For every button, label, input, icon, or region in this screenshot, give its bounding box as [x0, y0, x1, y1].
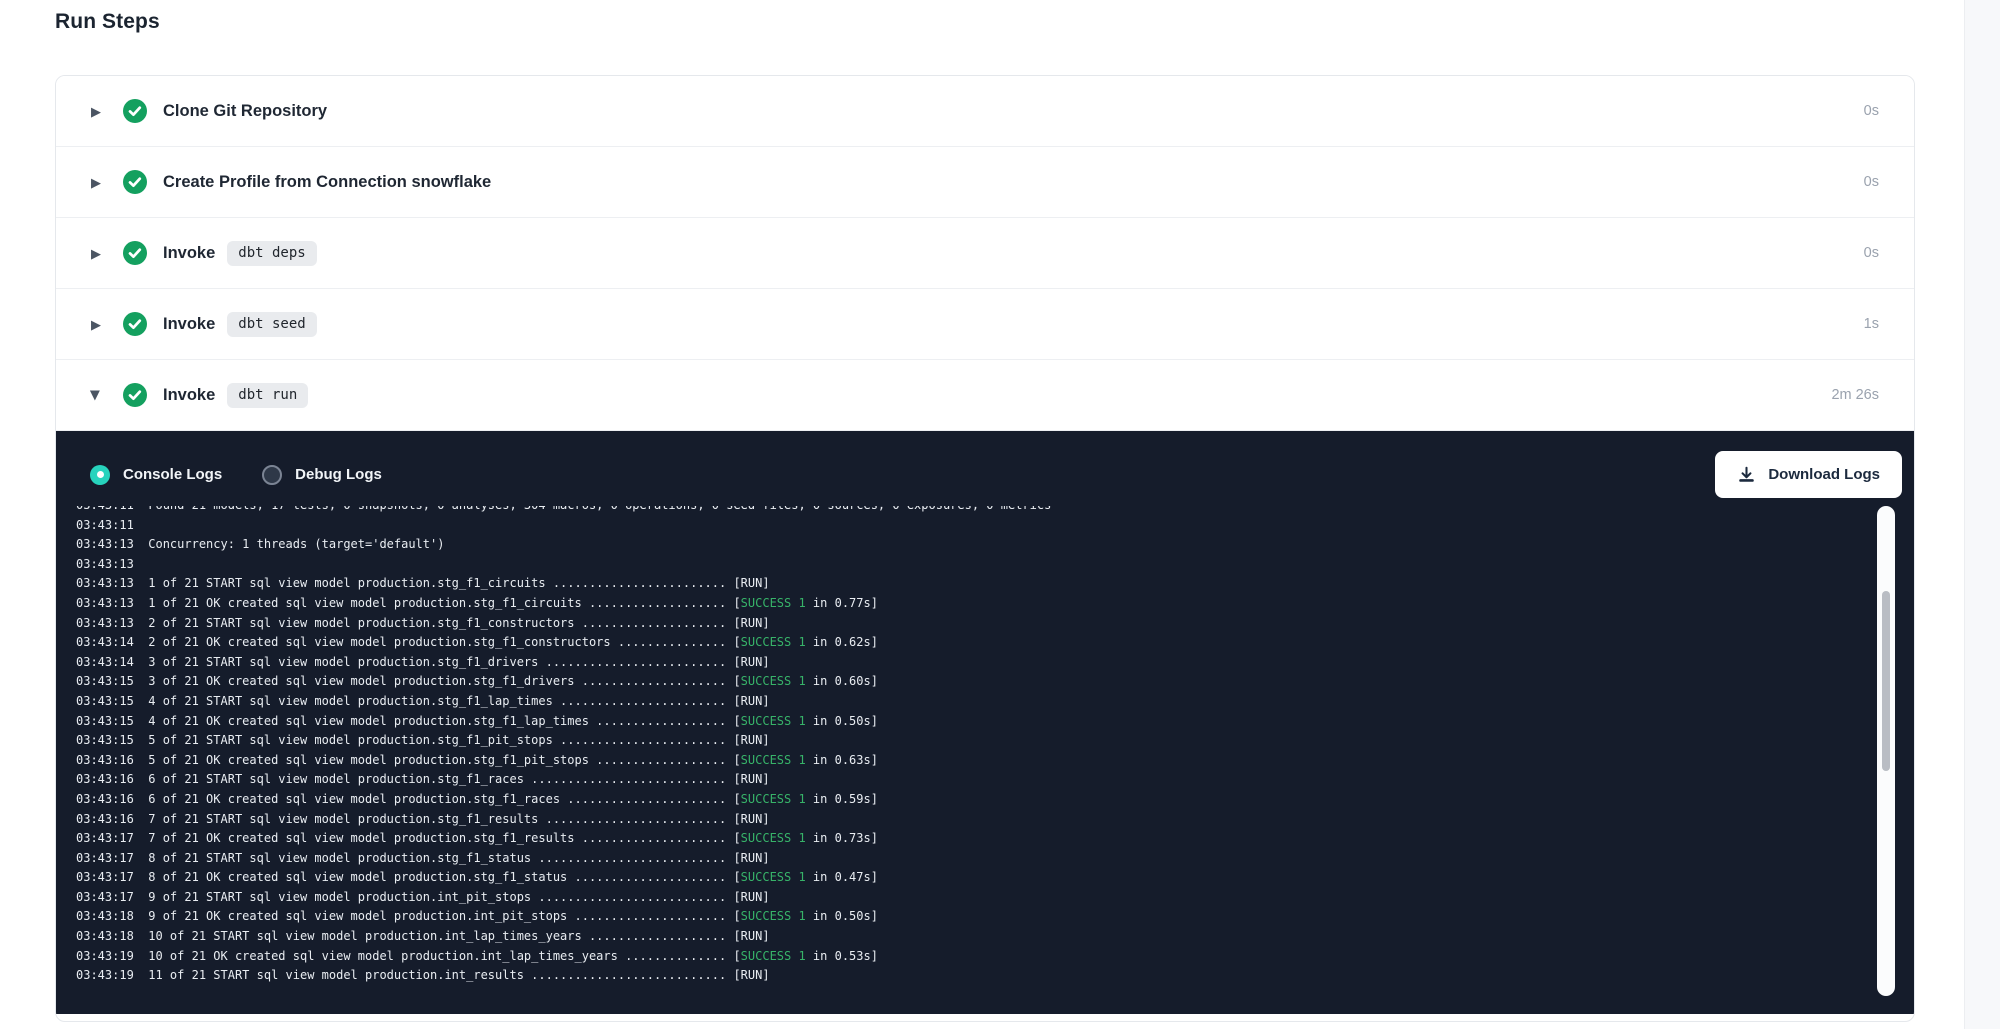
log-line: 03:43:13 1 of 21 START sql view model pr…: [76, 574, 1866, 594]
debug-logs-label: Debug Logs: [295, 466, 382, 483]
step-label: Create Profile from Connection snowflake: [163, 173, 491, 192]
download-icon: [1737, 465, 1756, 484]
log-line: 03:43:14 2 of 21 OK created sql view mod…: [76, 633, 1866, 653]
console-log-output: 03:43:11 Found 21 models, 17 tests, 0 sn…: [76, 506, 1866, 996]
log-line: 03:43:15 3 of 21 OK created sql view mod…: [76, 672, 1866, 692]
log-line: 03:43:15 4 of 21 OK created sql view mod…: [76, 712, 1866, 732]
log-line: 03:43:14 3 of 21 START sql view model pr…: [76, 653, 1866, 673]
run-step-row[interactable]: ▶ Clone Git Repository 0s: [56, 76, 1914, 147]
log-line: 03:43:13 1 of 21 OK created sql view mod…: [76, 594, 1866, 614]
log-line: 03:43:16 7 of 21 START sql view model pr…: [76, 810, 1866, 830]
success-check-icon: [122, 98, 148, 124]
run-step-row[interactable]: ▶ Invoke dbt seed 1s: [56, 289, 1914, 360]
log-line: 03:43:11 Found 21 models, 17 tests, 0 sn…: [76, 506, 1866, 516]
log-line: 03:43:18 9 of 21 OK created sql view mod…: [76, 907, 1866, 927]
chevron-down-icon[interactable]: ▶: [90, 387, 103, 403]
run-steps-card: ▶ Clone Git Repository 0s ▶ Create Profile f…: [55, 75, 1915, 1022]
run-step-row[interactable]: ▶ Invoke dbt run 2m 26s: [56, 360, 1914, 431]
log-line: 03:43:13 2 of 21 START sql view model pr…: [76, 614, 1866, 634]
success-check-icon: [122, 311, 148, 337]
step-command-badge: dbt run: [227, 383, 308, 408]
log-scrollbar-track[interactable]: [1877, 506, 1895, 996]
log-scrollbar-thumb[interactable]: [1882, 591, 1890, 771]
log-line: 03:43:17 8 of 21 START sql view model pr…: [76, 849, 1866, 869]
radio-selected-icon[interactable]: [90, 465, 110, 485]
log-line: 03:43:16 5 of 21 OK created sql view mod…: [76, 751, 1866, 771]
success-check-icon: [122, 240, 148, 266]
log-line: 03:43:16 6 of 21 START sql view model pr…: [76, 770, 1866, 790]
download-logs-label: Download Logs: [1768, 466, 1880, 483]
log-line: 03:43:13 Concurrency: 1 threads (target=…: [76, 535, 1866, 555]
step-label: Invoke: [163, 386, 215, 405]
log-line: 03:43:18 10 of 21 START sql view model p…: [76, 927, 1866, 947]
log-line: 03:43:19 10 of 21 OK created sql view mo…: [76, 947, 1866, 967]
success-check-icon: [122, 169, 148, 195]
step-duration: 0s: [1864, 245, 1879, 261]
console-panel: Console Logs Debug Logs Download Logs 03…: [56, 431, 1914, 1014]
log-line: 03:43:15 5 of 21 START sql view model pr…: [76, 731, 1866, 751]
step-command-badge: dbt deps: [227, 241, 316, 266]
console-logs-label: Console Logs: [123, 466, 222, 483]
chevron-right-icon[interactable]: ▶: [88, 247, 104, 260]
step-label: Clone Git Repository: [163, 102, 327, 121]
download-logs-button[interactable]: Download Logs: [1715, 451, 1902, 498]
step-duration: 0s: [1864, 174, 1879, 190]
console-header: Console Logs Debug Logs Download Logs: [56, 431, 1914, 498]
chevron-right-icon[interactable]: ▶: [88, 176, 104, 189]
console-logs-radio[interactable]: Console Logs: [90, 465, 222, 485]
success-check-icon: [122, 382, 148, 408]
debug-logs-radio[interactable]: Debug Logs: [262, 465, 382, 485]
log-line: 03:43:17 8 of 21 OK created sql view mod…: [76, 868, 1866, 888]
log-line: 03:43:11: [76, 516, 1866, 536]
step-duration: 2m 26s: [1831, 387, 1879, 403]
log-line: 03:43:15 4 of 21 START sql view model pr…: [76, 692, 1866, 712]
log-line: 03:43:19 11 of 21 START sql view model p…: [76, 966, 1866, 986]
log-line: 03:43:17 7 of 21 OK created sql view mod…: [76, 829, 1866, 849]
run-steps-list: ▶ Clone Git Repository 0s ▶ Create Profile f…: [56, 76, 1914, 431]
log-line: 03:43:13: [76, 555, 1866, 575]
run-step-row[interactable]: ▶ Create Profile from Connection snowflak…: [56, 147, 1914, 218]
chevron-right-icon[interactable]: ▶: [88, 105, 104, 118]
step-duration: 0s: [1864, 103, 1879, 119]
run-step-row[interactable]: ▶ Invoke dbt deps 0s: [56, 218, 1914, 289]
step-duration: 1s: [1864, 316, 1879, 332]
page-title: Run Steps: [55, 10, 160, 34]
log-line: 03:43:17 9 of 21 START sql view model pr…: [76, 888, 1866, 908]
log-line: 03:43:16 6 of 21 OK created sql view mod…: [76, 790, 1866, 810]
chevron-right-icon[interactable]: ▶: [88, 318, 104, 331]
step-label: Invoke: [163, 315, 215, 334]
step-command-badge: dbt seed: [227, 312, 316, 337]
page-right-gutter: [1964, 0, 2000, 1029]
radio-unselected-icon[interactable]: [262, 465, 282, 485]
step-label: Invoke: [163, 244, 215, 263]
